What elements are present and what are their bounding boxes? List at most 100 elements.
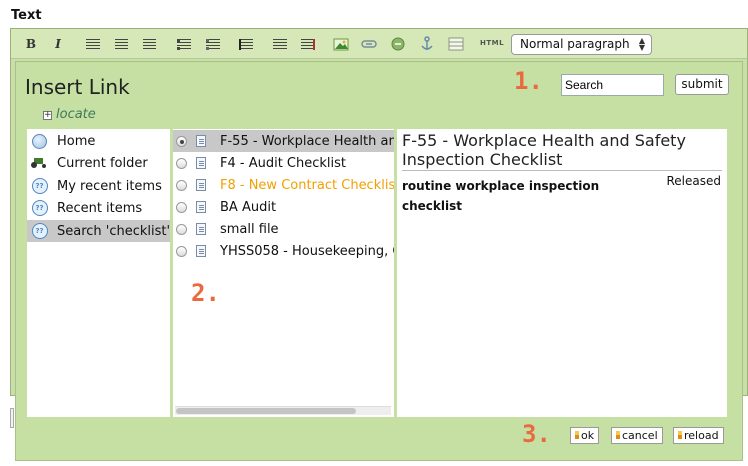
list-item-label: small file bbox=[220, 221, 279, 237]
select-arrows-icon: ▲ ▼ bbox=[638, 36, 645, 52]
align-left-icon bbox=[86, 38, 100, 50]
detail-description: routine workplace inspection checklist bbox=[402, 179, 600, 213]
document-icon bbox=[196, 245, 206, 257]
unlink-button[interactable] bbox=[388, 35, 408, 53]
scrollbar-thumb[interactable] bbox=[176, 408, 356, 414]
list-item[interactable]: F-55 - Workplace Health and Safety Inspe… bbox=[173, 130, 394, 152]
indent-right-icon bbox=[301, 38, 315, 50]
nav-item-home[interactable]: Home bbox=[27, 130, 170, 152]
locate-toggle[interactable]: + locate bbox=[43, 107, 96, 122]
detail-pane: F-55 - Workplace Health and Safety Inspe… bbox=[397, 129, 727, 417]
align-right-icon bbox=[142, 38, 156, 50]
list-item[interactable]: F8 - New Contract Checklist bbox=[173, 174, 394, 196]
table-icon bbox=[448, 37, 464, 51]
search-input[interactable] bbox=[561, 74, 664, 96]
html-source-button[interactable]: HTML bbox=[480, 39, 504, 47]
navigation-pane: Home Current folder ?? My recent items ?… bbox=[27, 129, 170, 417]
dialog-title: Insert Link bbox=[25, 75, 130, 99]
link-icon bbox=[361, 40, 377, 48]
list-item[interactable]: F4 - Audit Checklist bbox=[173, 152, 394, 174]
indent-right-button[interactable] bbox=[298, 35, 318, 53]
align-center-button[interactable] bbox=[111, 35, 131, 53]
radio-button[interactable] bbox=[176, 201, 187, 213]
results-list-pane: F-55 - Workplace Health and Safety Inspe… bbox=[173, 129, 394, 417]
outdent-icon bbox=[239, 38, 253, 50]
unordered-list-button[interactable] bbox=[203, 35, 223, 53]
submit-button[interactable]: submit bbox=[675, 74, 729, 95]
insert-image-button[interactable] bbox=[331, 35, 351, 53]
expand-icon: + bbox=[43, 110, 52, 120]
reload-button[interactable]: reload bbox=[673, 427, 724, 444]
nav-item-label: My recent items bbox=[57, 178, 162, 194]
indent-left-icon bbox=[273, 38, 287, 50]
nav-item-current-folder[interactable]: Current folder bbox=[27, 152, 170, 174]
insert-link-button[interactable] bbox=[359, 35, 379, 53]
radio-button[interactable] bbox=[176, 157, 187, 169]
radio-button[interactable] bbox=[176, 135, 187, 147]
document-icon bbox=[196, 135, 206, 147]
align-right-button[interactable] bbox=[139, 35, 159, 53]
list-item[interactable]: YHSS058 - Housekeeping, Cleaning bbox=[173, 240, 394, 262]
document-icon bbox=[196, 179, 206, 191]
indent-left-button[interactable] bbox=[270, 35, 290, 53]
step-2-marker: 2. bbox=[191, 279, 220, 307]
insert-table-button[interactable] bbox=[446, 35, 466, 53]
globe-icon bbox=[31, 133, 48, 150]
reload-label: reload bbox=[684, 429, 719, 442]
anchor-icon bbox=[421, 36, 433, 50]
document-icon bbox=[196, 223, 206, 235]
step-3-marker: 3. bbox=[522, 420, 551, 448]
anchor-button[interactable] bbox=[417, 35, 437, 53]
ordered-list-icon bbox=[177, 38, 191, 50]
bold-button[interactable]: B bbox=[21, 35, 41, 53]
recent-icon: ?? bbox=[31, 200, 48, 217]
insert-link-dialog: Insert Link 1. submit + locate Home Curre… bbox=[15, 61, 743, 461]
cancel-button[interactable]: cancel bbox=[611, 427, 663, 444]
nav-item-my-recent-items[interactable]: ?? My recent items bbox=[27, 175, 170, 197]
list-item-label: F8 - New Contract Checklist bbox=[220, 177, 394, 193]
detail-title: F-55 - Workplace Health and Safety Inspe… bbox=[402, 131, 722, 171]
arrow-icon bbox=[575, 431, 579, 439]
list-item[interactable]: small file bbox=[173, 218, 394, 240]
status-badge: Released bbox=[666, 174, 721, 188]
locate-label: locate bbox=[56, 107, 96, 122]
nav-item-label: Home bbox=[57, 133, 96, 149]
radio-button[interactable] bbox=[176, 245, 187, 257]
recent-icon: ?? bbox=[31, 178, 48, 195]
align-left-button[interactable] bbox=[83, 35, 103, 53]
document-icon bbox=[196, 201, 206, 213]
horizontal-scrollbar[interactable] bbox=[175, 406, 391, 415]
editor-toolbar: B I HTML Normal paragraph ▲ ▼ bbox=[11, 29, 747, 59]
radio-button[interactable] bbox=[176, 179, 187, 191]
ordered-list-button[interactable] bbox=[174, 35, 194, 53]
align-center-icon bbox=[114, 38, 128, 50]
arrow-icon bbox=[616, 431, 620, 439]
paragraph-format-select[interactable]: Normal paragraph ▲ ▼ bbox=[511, 34, 652, 55]
outdent-button[interactable] bbox=[236, 35, 256, 53]
list-item-label: F4 - Audit Checklist bbox=[220, 155, 347, 171]
editor-scroll-handle bbox=[10, 408, 14, 428]
list-item[interactable]: BA Audit bbox=[173, 196, 394, 218]
list-item-label: F-55 - Workplace Health and Safety Inspe… bbox=[220, 133, 394, 149]
step-1-marker: 1. bbox=[514, 67, 543, 95]
list-item-label: BA Audit bbox=[220, 199, 277, 215]
cancel-label: cancel bbox=[622, 429, 658, 442]
nav-item-search-results[interactable]: ?? Search 'checklist' bbox=[27, 220, 170, 242]
tractor-icon bbox=[31, 155, 48, 172]
paragraph-format-value: Normal paragraph bbox=[520, 37, 630, 51]
ok-button[interactable]: ok bbox=[570, 427, 600, 444]
nav-item-label: Search 'checklist' bbox=[57, 223, 171, 239]
list-item-label: YHSS058 - Housekeeping, Cleaning bbox=[220, 243, 394, 259]
image-icon bbox=[333, 38, 349, 51]
field-label: Text bbox=[11, 8, 42, 23]
arrow-icon bbox=[678, 431, 682, 439]
unordered-list-icon bbox=[206, 38, 220, 50]
document-icon bbox=[196, 157, 206, 169]
nav-item-label: Current folder bbox=[57, 155, 148, 171]
unlink-icon bbox=[391, 37, 405, 51]
radio-button[interactable] bbox=[176, 223, 187, 235]
nav-item-recent-items[interactable]: ?? Recent items bbox=[27, 197, 170, 219]
nav-item-label: Recent items bbox=[57, 200, 143, 216]
search-icon: ?? bbox=[31, 223, 48, 240]
italic-button[interactable]: I bbox=[48, 35, 68, 53]
